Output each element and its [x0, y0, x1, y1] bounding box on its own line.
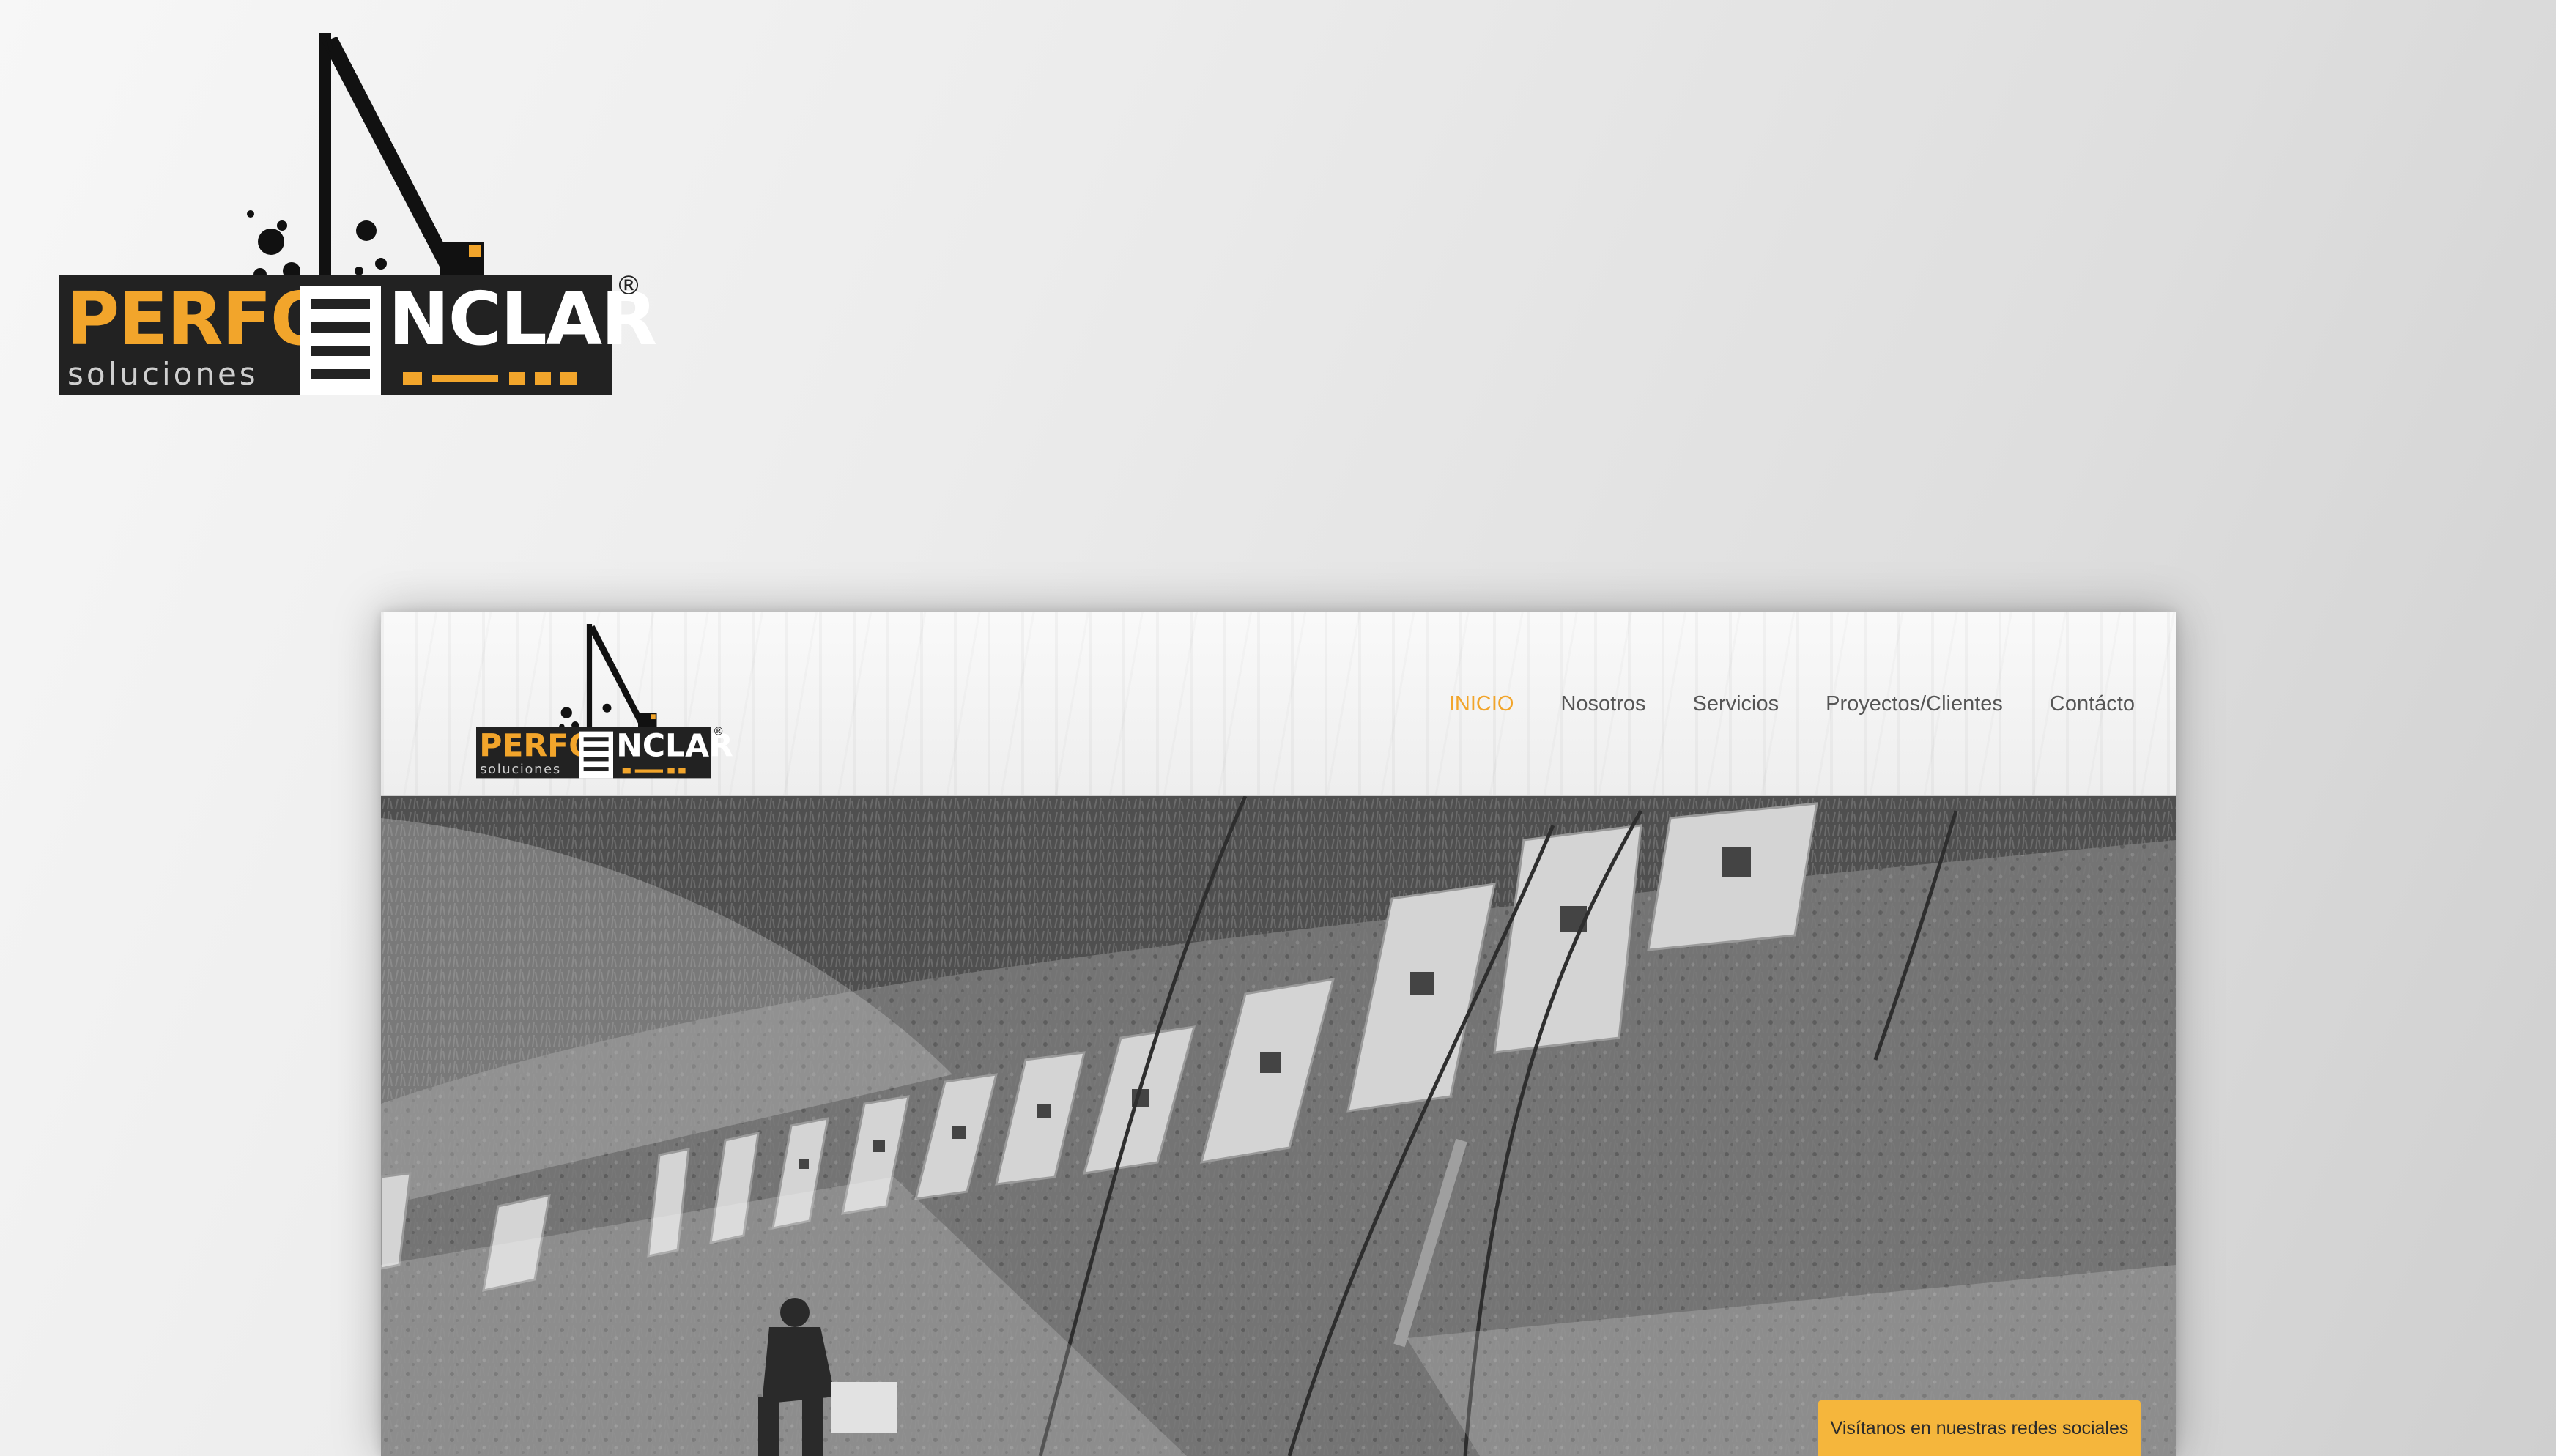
- site-logo-graphic: PERFO NCLAR soluciones ®: [476, 624, 733, 779]
- registered-mark: ®: [615, 271, 642, 301]
- site-registered-mark: ®: [713, 725, 724, 738]
- site-logo-tagline: soluciones: [480, 762, 561, 777]
- logo-text-perfo: PERFO: [66, 276, 331, 362]
- site-header: PERFO NCLAR soluciones ® INICIO Nosotros…: [381, 612, 2176, 796]
- nav-item-contacto[interactable]: Contácto: [2026, 692, 2158, 716]
- social-media-badge[interactable]: Visítanos en nuestras redes sociales: [1818, 1400, 2141, 1456]
- logo-graphic: PERFO NCLAR soluciones ®: [59, 33, 657, 395]
- website-screenshot: PERFO NCLAR soluciones ® INICIO Nosotros…: [381, 612, 2176, 1456]
- brand-logo-large: PERFO NCLAR soluciones ®: [59, 22, 657, 395]
- site-logo[interactable]: PERFO NCLAR soluciones ®: [476, 618, 733, 779]
- logo-tagline: soluciones: [67, 356, 259, 392]
- nav-item-servicios[interactable]: Servicios: [1669, 692, 1802, 716]
- main-nav: INICIO Nosotros Servicios Proyectos/Clie…: [1426, 612, 2158, 796]
- nav-item-proyectos-clientes[interactable]: Proyectos/Clientes: [1802, 692, 2026, 716]
- nav-item-nosotros[interactable]: Nosotros: [1537, 692, 1669, 716]
- hero-image: [381, 796, 2176, 1456]
- site-logo-perfo: PERFO: [479, 729, 595, 765]
- hero-photo-slope-anchors: [381, 796, 2176, 1456]
- nav-item-inicio[interactable]: INICIO: [1426, 692, 1538, 716]
